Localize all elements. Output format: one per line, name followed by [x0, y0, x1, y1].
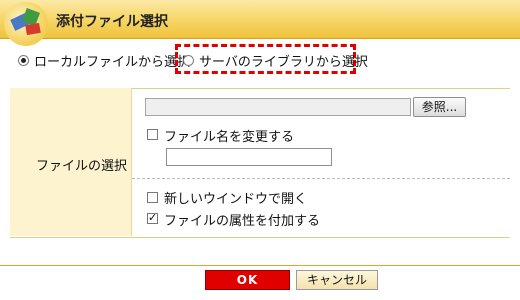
- browse-button[interactable]: 参照...: [413, 97, 466, 117]
- rename-checkbox[interactable]: [147, 129, 158, 140]
- rename-checkbox-label[interactable]: ファイル名を変更する: [164, 126, 294, 145]
- add-attributes-checkbox-label[interactable]: ファイルの属性を付加する: [164, 210, 320, 229]
- footer-divider: [0, 265, 520, 266]
- cancel-button[interactable]: キャンセル: [296, 270, 378, 290]
- dialog-title: 添付ファイル選択: [56, 14, 168, 30]
- file-path-input[interactable]: [145, 98, 411, 116]
- new-file-name-input[interactable]: [166, 148, 332, 166]
- new-window-checkbox-label[interactable]: 新しいウインドウで開く: [164, 188, 307, 207]
- local-file-radio[interactable]: [18, 55, 29, 66]
- new-window-checkbox[interactable]: [147, 192, 158, 203]
- server-library-radio[interactable]: [183, 55, 194, 66]
- local-file-radio-label[interactable]: ローカルファイルから選択: [34, 51, 190, 70]
- add-attributes-checkbox[interactable]: [147, 211, 158, 224]
- stacked-books-logo-icon: [4, 2, 48, 46]
- file-select-row-label: ファイルの選択: [36, 159, 128, 174]
- server-library-radio-label[interactable]: サーバのライブラリから選択: [199, 51, 368, 70]
- row-separator: [132, 178, 510, 179]
- ok-button[interactable]: OK: [205, 270, 290, 290]
